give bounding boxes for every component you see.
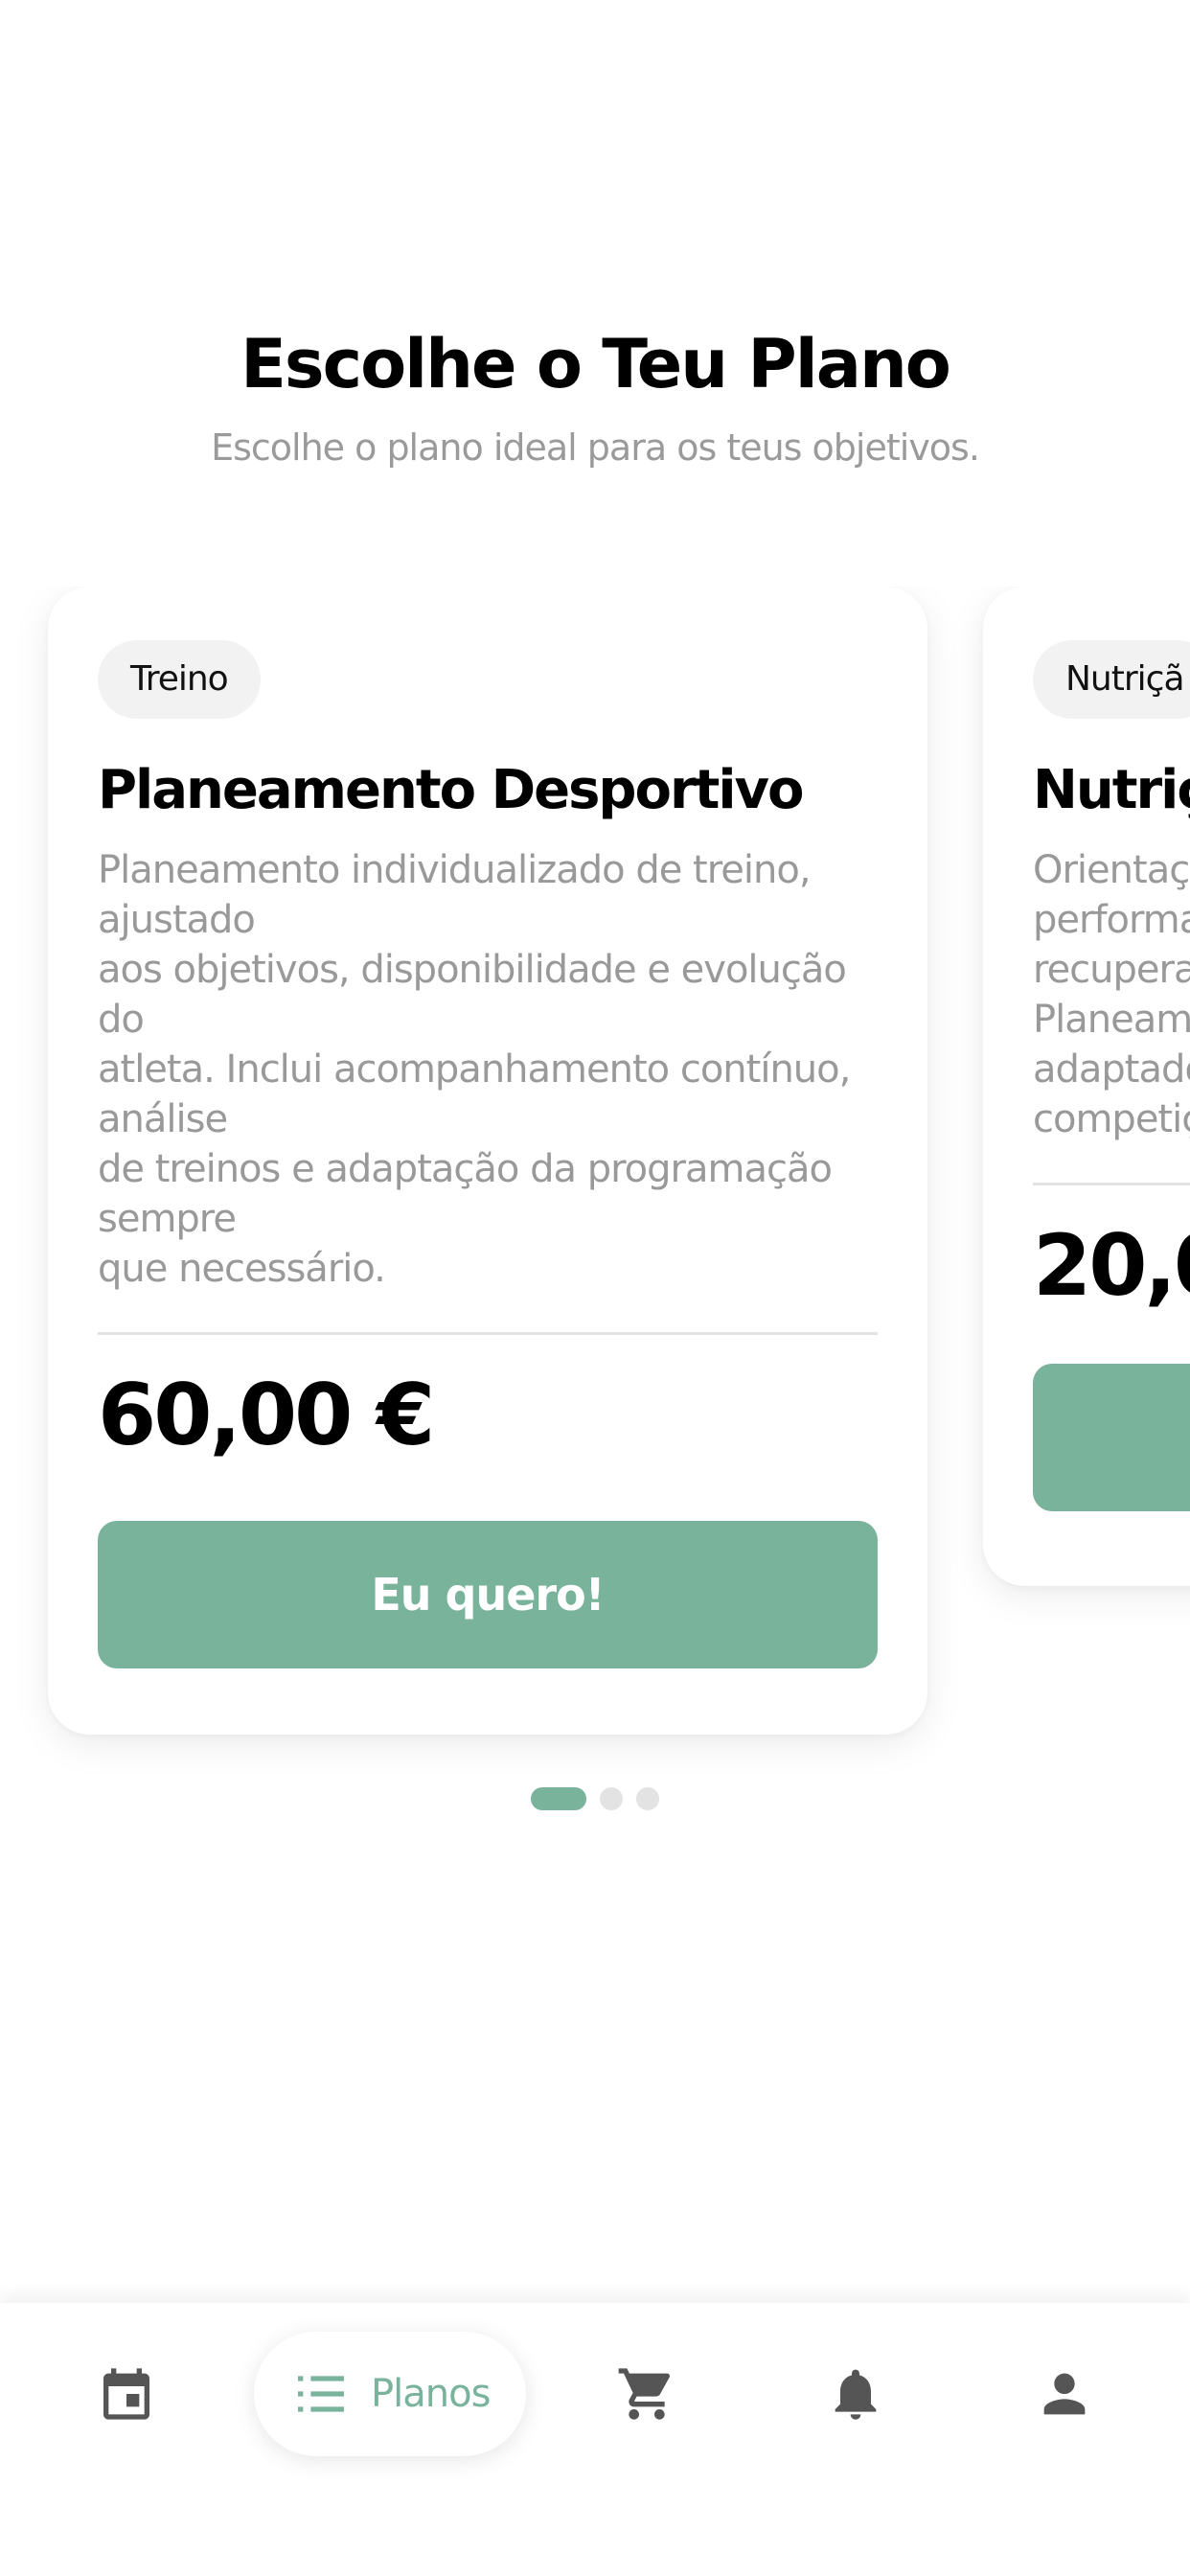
plan-description: Orientaç performa recupera Planeam adapt… (1033, 847, 1190, 1141)
plan-title: Planeamento Desportivo (98, 759, 805, 821)
plan-price: 20,0 (1033, 1215, 1190, 1315)
page-subtitle: Escolhe o plano ideal para os teus objet… (211, 426, 980, 469)
nav-item-cart[interactable] (599, 2332, 695, 2456)
list-icon (298, 2376, 344, 2412)
page-title: Escolhe o Teu Plano (240, 325, 951, 403)
plan-title: Nutriç (1033, 759, 1190, 821)
buy-plan-button[interactable]: Eu quero! (98, 1520, 878, 1668)
page-header: Escolhe o Teu Plano Escolhe o plano idea… (0, 331, 1190, 469)
nav-item-calendar[interactable] (79, 2332, 174, 2456)
plan-tag: Nutriçã (1033, 640, 1190, 719)
plan-description: Planeamento individualizado de treino, a… (98, 847, 851, 1291)
pagination-dot-active[interactable] (531, 1787, 586, 1810)
bottom-navigation: Planos (0, 2303, 1190, 2576)
plan-card[interactable]: Nutriçã Nutriç Orientaç performa recuper… (983, 586, 1190, 1586)
nav-item-profile[interactable] (1017, 2332, 1112, 2456)
plan-price: 60,00 € (98, 1365, 435, 1464)
person-icon (1043, 2373, 1086, 2415)
plan-tag: Treino (98, 640, 261, 719)
nav-item-notifications[interactable] (808, 2332, 904, 2456)
calendar-icon (103, 2368, 149, 2420)
pagination-dot[interactable] (600, 1787, 623, 1810)
bell-icon (835, 2369, 877, 2420)
divider (1033, 1182, 1190, 1185)
nav-item-plans[interactable]: Planos (254, 2332, 527, 2456)
cart-icon (618, 2368, 671, 2420)
carousel-pagination (0, 1787, 1190, 1810)
divider (98, 1331, 878, 1335)
pagination-dot[interactable] (636, 1787, 659, 1810)
plan-card[interactable]: Treino Planeamento Desportivo Planeament… (48, 586, 927, 1735)
plans-carousel[interactable]: Treino Planeamento Desportivo Planeament… (0, 586, 1190, 1784)
buy-plan-button[interactable] (1033, 1363, 1190, 1511)
nav-label-plans: Planos (371, 2372, 491, 2416)
